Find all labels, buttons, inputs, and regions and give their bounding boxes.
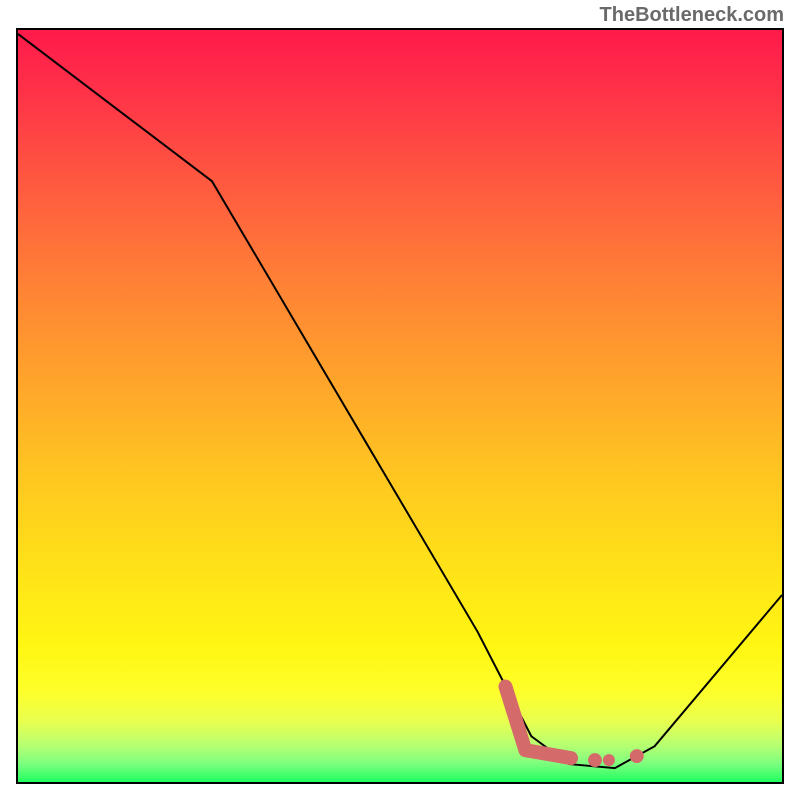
- optimal-zone-dot-3: [630, 749, 644, 763]
- chart-plot-area: [16, 28, 784, 784]
- optimal-zone-dot-1: [588, 753, 602, 767]
- watermark-text: TheBottleneck.com: [600, 4, 784, 27]
- chart-svg: [18, 30, 782, 782]
- bottleneck-curve-line: [18, 34, 782, 768]
- optimal-zone-dot-2: [603, 754, 615, 766]
- optimal-zone-marker: [505, 687, 571, 759]
